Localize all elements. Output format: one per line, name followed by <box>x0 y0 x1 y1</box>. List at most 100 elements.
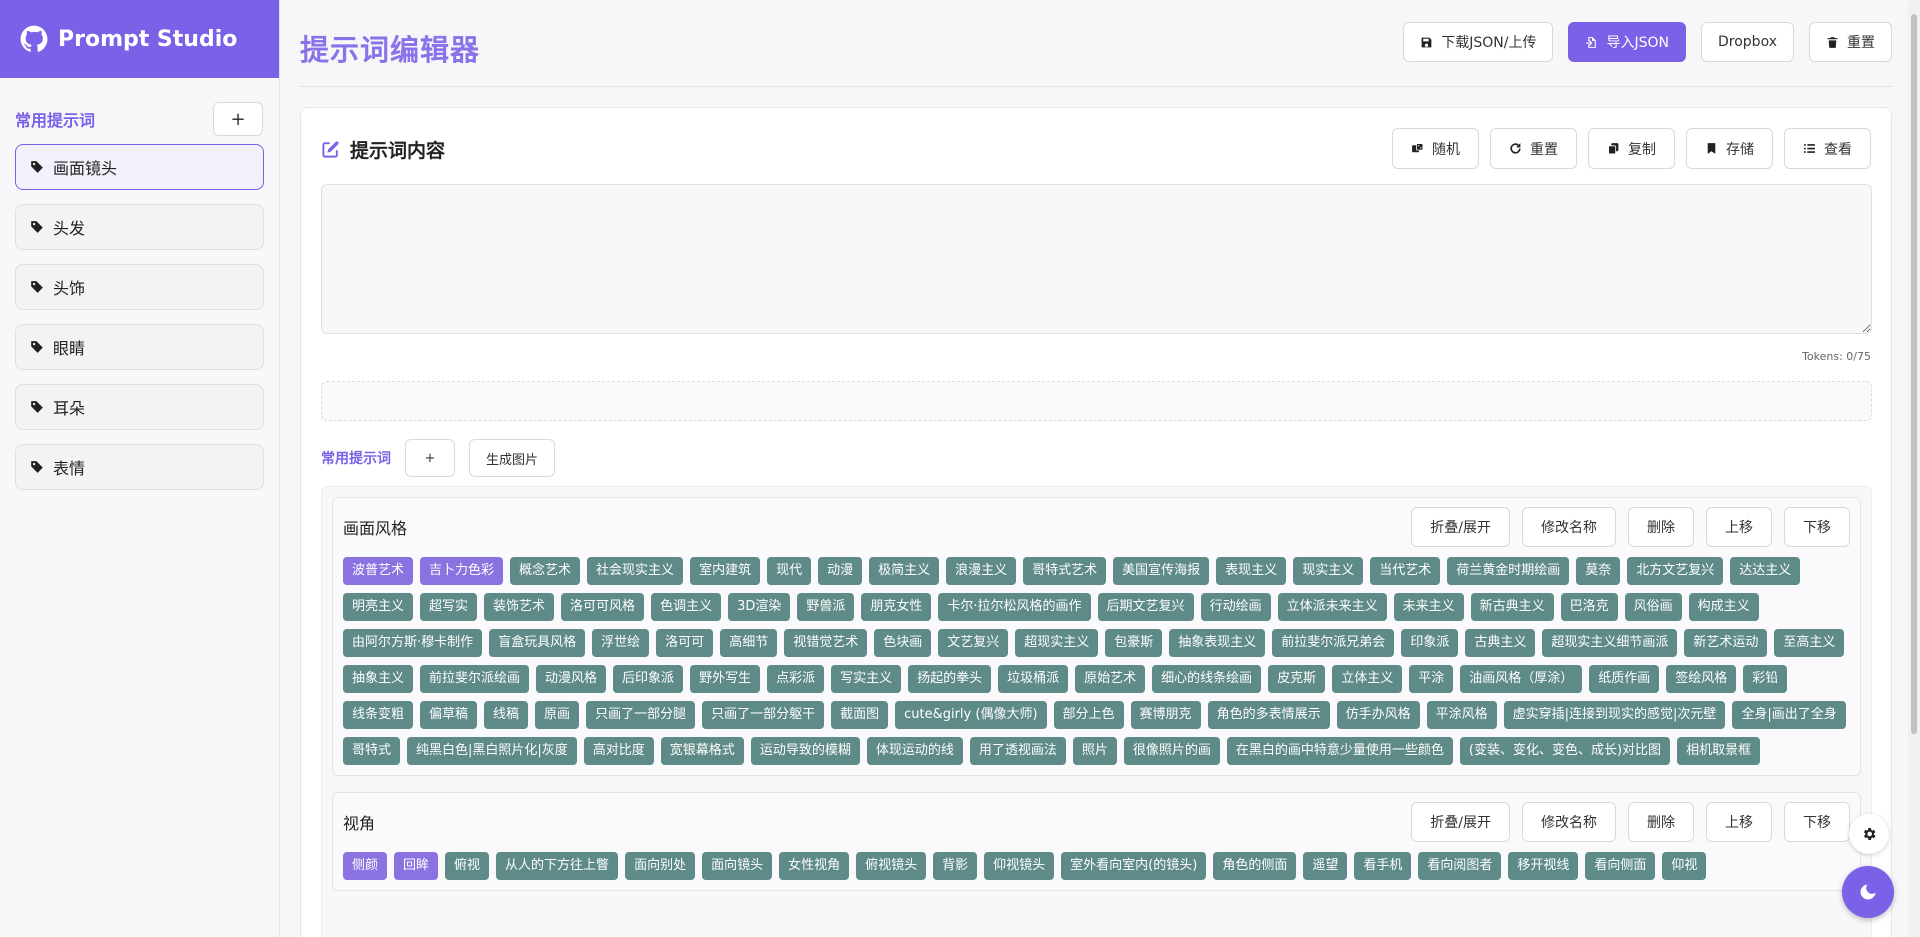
tag-chip[interactable]: 色块画 <box>874 629 932 657</box>
tag-chip[interactable]: 抽象表现主义 <box>1169 629 1266 657</box>
tag-chip[interactable]: 北方文艺复兴 <box>1627 557 1724 585</box>
generate-image-button[interactable]: 生成图片 <box>469 439 556 477</box>
tag-chip[interactable]: 角色的侧面 <box>1213 852 1297 880</box>
move-down-button[interactable]: 下移 <box>1784 802 1850 842</box>
tag-chip[interactable]: 巴洛克 <box>1560 593 1618 621</box>
tag-chip[interactable]: 线条变粗 <box>343 701 414 729</box>
tag-chip[interactable]: 体现运动的线 <box>866 737 963 765</box>
tag-chip[interactable]: 后期文艺复兴 <box>1097 593 1194 621</box>
save-button[interactable]: 存储 <box>1686 128 1773 169</box>
tag-chip[interactable]: 朋克女性 <box>861 593 932 621</box>
tag-chip[interactable]: 截面图 <box>831 701 889 729</box>
reset-button[interactable]: 重置 <box>1490 128 1577 169</box>
tag-chip[interactable]: 野兽派 <box>797 593 855 621</box>
tag-chip[interactable]: 文艺复兴 <box>938 629 1009 657</box>
tag-chip[interactable]: 扬起的拳头 <box>908 665 992 693</box>
tag-chip[interactable]: 从人的下方往上瞥 <box>496 852 619 880</box>
tag-chip[interactable]: 俯视 <box>445 852 490 880</box>
tag-chip[interactable]: 细心的线条绘画 <box>1152 665 1262 693</box>
tag-chip[interactable]: 平涂风格 <box>1426 701 1497 729</box>
download-json-button[interactable]: 下载JSON/上传 <box>1403 22 1554 62</box>
move-down-button[interactable]: 下移 <box>1784 507 1850 547</box>
tag-chip[interactable]: 皮克斯 <box>1268 665 1326 693</box>
tag-chip[interactable]: 面向镜头 <box>702 852 773 880</box>
tag-chip[interactable]: 后印象派 <box>613 665 684 693</box>
tag-chip[interactable]: 盲盒玩具风格 <box>489 629 586 657</box>
tag-chip[interactable]: 运动导致的模糊 <box>750 737 860 765</box>
tag-chip[interactable]: 哥特式艺术 <box>1023 557 1107 585</box>
sidebar-item[interactable]: 表情 <box>15 444 264 490</box>
tag-chip-selected[interactable]: 吉卜力色彩 <box>420 557 504 585</box>
tag-chip[interactable]: 很像照片的画 <box>1123 737 1220 765</box>
tag-chip[interactable]: cute&girly (偶像大师) <box>895 701 1047 729</box>
tag-chip[interactable]: 3D渲染 <box>728 593 791 621</box>
tag-chip[interactable]: 社会现实主义 <box>587 557 684 585</box>
tag-chip[interactable]: 线稿 <box>484 701 529 729</box>
tag-chip[interactable]: 签绘风格 <box>1666 665 1737 693</box>
import-json-button[interactable]: 导入JSON <box>1568 22 1686 62</box>
tag-chip[interactable]: 仰视镜头 <box>984 852 1055 880</box>
tag-chip-selected[interactable]: 波普艺术 <box>343 557 414 585</box>
tag-chip[interactable]: 新古典主义 <box>1470 593 1554 621</box>
tag-chip[interactable]: 未来主义 <box>1393 593 1464 621</box>
move-up-button[interactable]: 上移 <box>1706 802 1772 842</box>
tag-chip[interactable]: 概念艺术 <box>510 557 581 585</box>
tag-chip[interactable]: 室内建筑 <box>690 557 761 585</box>
selected-tags-dropzone[interactable] <box>321 381 1872 421</box>
tag-chip[interactable]: 看向阅图者 <box>1418 852 1502 880</box>
tag-chip[interactable]: 美国宣传海报 <box>1113 557 1210 585</box>
theme-toggle-button[interactable] <box>1842 866 1894 918</box>
tag-chip[interactable]: 赛博朋克 <box>1130 701 1201 729</box>
tag-chip[interactable]: 在黑白的画中特意少量使用一些颜色 <box>1226 737 1453 765</box>
reset-all-button[interactable]: 重置 <box>1809 22 1892 62</box>
tag-chip[interactable]: 平涂 <box>1409 665 1454 693</box>
tag-chip[interactable]: 写实主义 <box>831 665 902 693</box>
tag-chip[interactable]: 相机取景框 <box>1677 737 1761 765</box>
tag-chip[interactable]: 垃圾桶派 <box>998 665 1069 693</box>
tag-chip[interactable]: 印象派 <box>1401 629 1459 657</box>
tag-chip[interactable]: 偏草稿 <box>420 701 478 729</box>
tag-chip[interactable]: 荷兰黄金时期绘画 <box>1447 557 1570 585</box>
tag-chip[interactable]: 行动绘画 <box>1200 593 1271 621</box>
sidebar-item[interactable]: 眼睛 <box>15 324 264 370</box>
rename-button[interactable]: 修改名称 <box>1522 802 1616 842</box>
tag-chip[interactable]: 移开视线 <box>1508 852 1579 880</box>
tag-chip[interactable]: 高细节 <box>720 629 778 657</box>
tag-chip[interactable]: 由阿尔方斯·穆卡制作 <box>343 629 483 657</box>
tag-chip[interactable]: 动漫风格 <box>536 665 607 693</box>
tag-chip[interactable]: 洛可可风格 <box>561 593 645 621</box>
tag-chip[interactable]: 原画 <box>535 701 580 729</box>
tag-chip[interactable]: 包豪斯 <box>1105 629 1163 657</box>
tag-chip[interactable]: 仿手办风格 <box>1336 701 1420 729</box>
tag-chip[interactable]: 用了透视画法 <box>969 737 1066 765</box>
tag-chip[interactable]: 超现实主义 <box>1015 629 1099 657</box>
tag-chip[interactable]: 达达主义 <box>1730 557 1801 585</box>
tag-chip[interactable]: 新艺术运动 <box>1684 629 1768 657</box>
random-button[interactable]: 随机 <box>1392 128 1479 169</box>
delete-button[interactable]: 删除 <box>1628 802 1694 842</box>
tag-chip[interactable]: 只画了一部分躯干 <box>702 701 825 729</box>
copy-button[interactable]: 复制 <box>1588 128 1675 169</box>
settings-button[interactable] <box>1849 814 1889 854</box>
tag-chip[interactable]: 部分上色 <box>1053 701 1124 729</box>
tag-chip[interactable]: 卡尔·拉尔松风格的画作 <box>938 593 1091 621</box>
add-favorite-button[interactable]: + <box>405 439 455 477</box>
tag-chip[interactable]: 色调主义 <box>651 593 722 621</box>
delete-button[interactable]: 删除 <box>1628 507 1694 547</box>
view-button[interactable]: 查看 <box>1784 128 1871 169</box>
tag-chip[interactable]: 照片 <box>1072 737 1117 765</box>
dropbox-button[interactable]: Dropbox <box>1701 22 1794 62</box>
tag-chip[interactable]: 面向别处 <box>625 852 696 880</box>
tag-chip[interactable]: 超写实 <box>420 593 478 621</box>
tag-chip[interactable]: 浮世绘 <box>592 629 650 657</box>
tag-chip[interactable]: 视错觉艺术 <box>784 629 868 657</box>
tag-chip[interactable]: 超现实主义细节画派 <box>1542 629 1678 657</box>
tag-chip[interactable]: 构成主义 <box>1688 593 1759 621</box>
tag-chip[interactable]: 现实主义 <box>1293 557 1364 585</box>
toggle-collapse-button[interactable]: 折叠/展开 <box>1411 802 1510 842</box>
tag-chip[interactable]: 装饰艺术 <box>484 593 555 621</box>
tag-chip[interactable]: 前拉斐尔派绘画 <box>420 665 530 693</box>
tag-chip[interactable]: 室外看向室内(的镜头) <box>1061 852 1207 880</box>
sidebar-item[interactable]: 画面镜头 <box>15 144 264 190</box>
tag-chip[interactable]: 油画风格（厚涂） <box>1460 665 1583 693</box>
